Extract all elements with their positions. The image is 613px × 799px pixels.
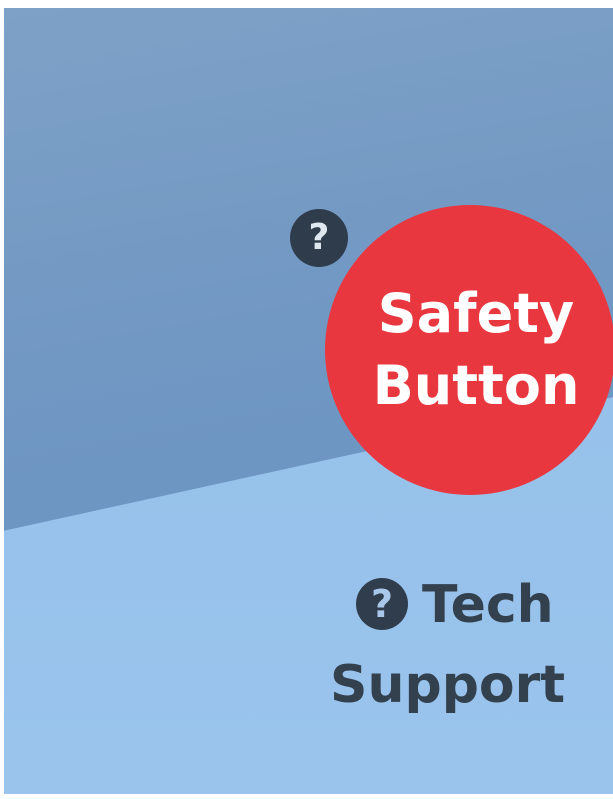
safety-button-label-line1: Safety [377,282,575,345]
help-icon[interactable]: ? [290,209,348,267]
safety-button-label-line2: Button [372,354,580,417]
tech-support-label-line2: Support [330,655,566,715]
tech-support-row: ? Tech [330,570,580,650]
question-circle-icon: ? [356,578,408,630]
tech-support-link[interactable]: ? Tech Support [330,570,580,715]
safety-button-label[interactable]: Safety Button [360,278,592,422]
screen: ? Safety Button ? Tech Support [0,0,613,799]
tech-support-label-line1: Tech [422,575,554,635]
